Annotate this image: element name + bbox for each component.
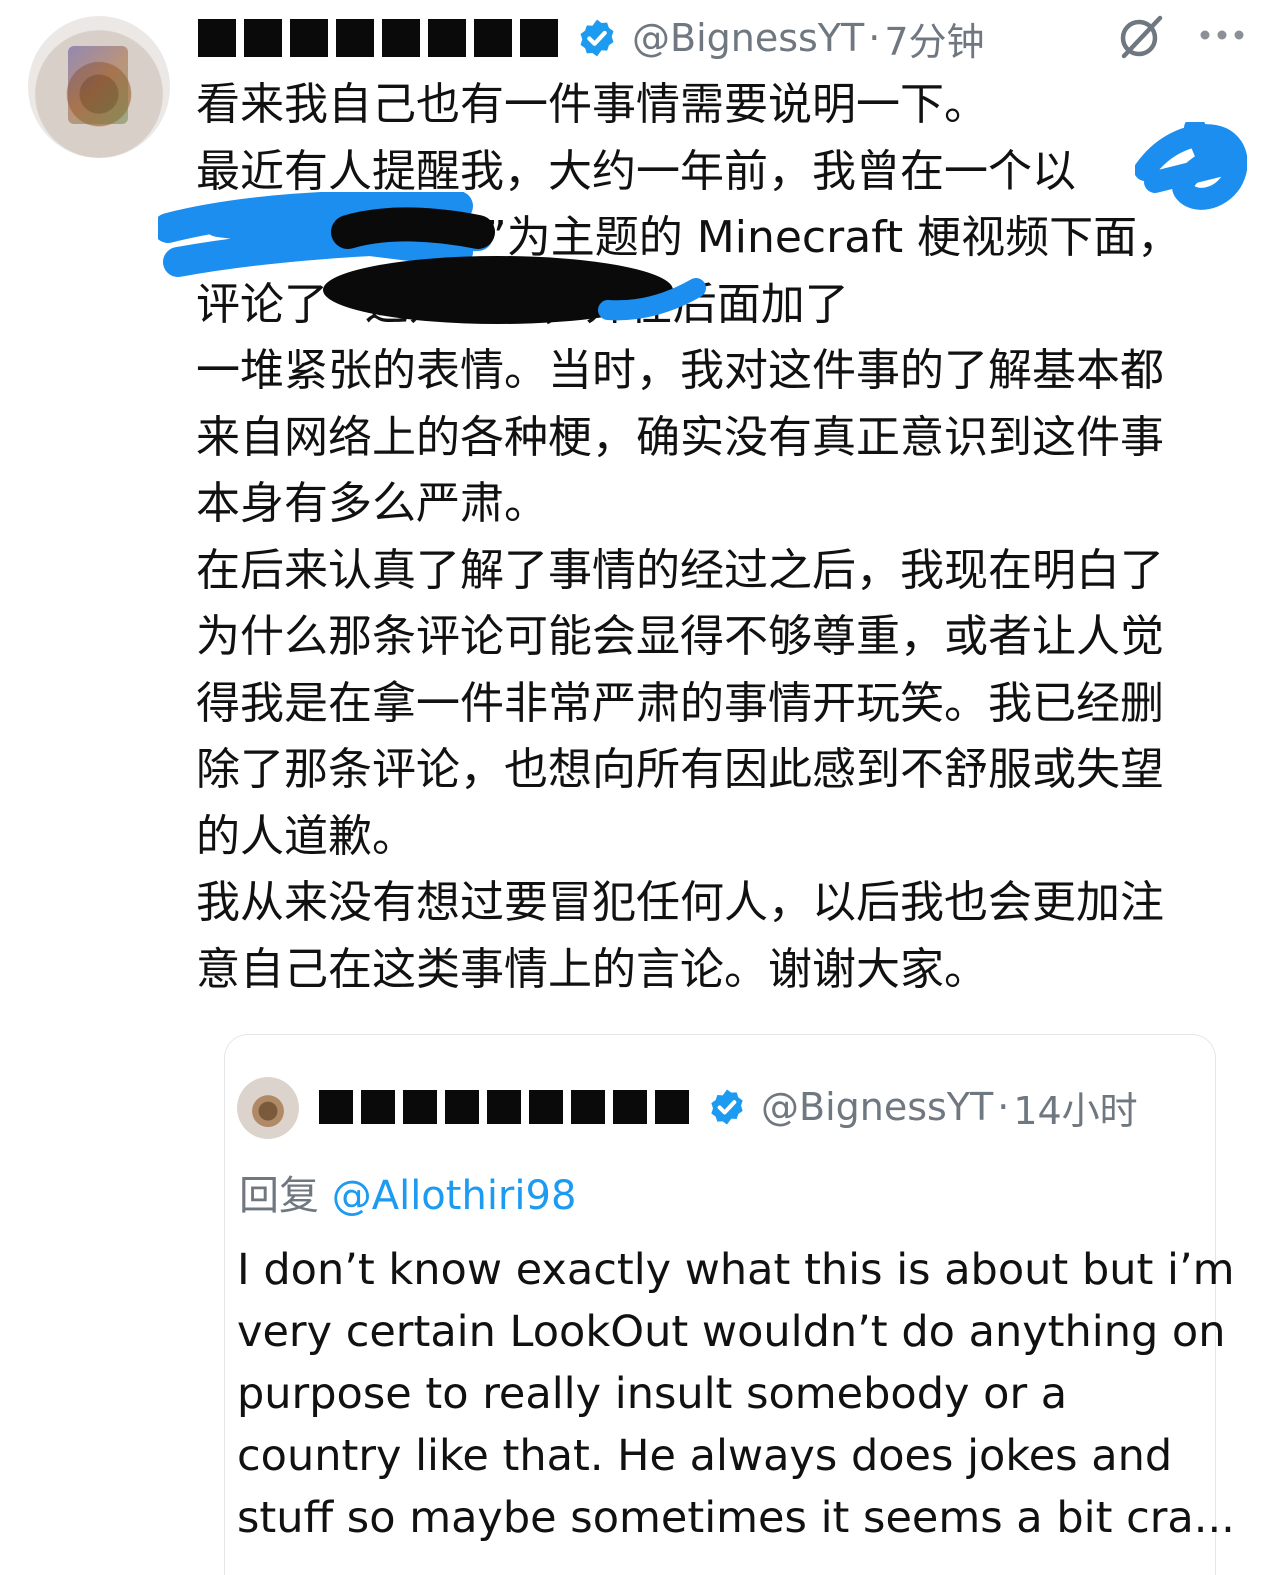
tweet-text-line: 的人道歉。 [196,810,416,862]
redaction-block [520,19,558,57]
redaction-block [445,1090,479,1124]
tweet-text-line: 意自己在这类事情上的言论。谢谢大家。 [196,943,988,995]
redaction-block [571,1090,605,1124]
tweet-text-line: 看来我自己也有一件事情需要说明一下。 [196,79,988,130]
tweet-text-line: 我从来没有想过要冒犯任何人，以后我也会更加注 [196,877,1164,928]
tweet-text-line: 最近有人提醒我，大约一年前，我曾在一个以 [196,145,1076,197]
redaction-block [244,19,282,57]
grok-icon[interactable] [1116,14,1166,60]
verified-badge-icon[interactable] [576,17,618,59]
tweet-text-line: 为什么那条评论可能会显得不够尊重，或者让人觉 [196,611,1164,662]
redaction-block [361,1090,395,1124]
author-handle[interactable]: @BignessYT [761,1085,993,1129]
meta-separator: · [997,1085,1010,1129]
quoted-tweet-header: @BignessYT · 14小时 [319,1079,1138,1135]
author-handle[interactable]: @BignessYT [632,16,864,60]
redacted-display-name[interactable] [319,1090,689,1124]
tweet-text-line: 评论了 ”这几个字，并在后面加了 [196,278,849,330]
reply-handle-link[interactable]: @Allothiri98 [332,1173,577,1219]
quoted-text-line: stuff so maybe sometimes it seems a bit … [237,1493,1235,1543]
quoted-tweet[interactable]: @BignessYT · 14小时 回复 @Allothiri98 I don’… [224,1034,1235,1575]
redaction-block [319,1090,353,1124]
verified-badge-icon[interactable] [707,1087,747,1127]
redaction-block [655,1090,689,1124]
redaction-block [529,1090,563,1124]
tweet-header: @BignessYT · 7分钟 [198,8,985,68]
tweet-text: 看来我自己也有一件事情需要说明一下。 最近有人提醒我，大约一年前，我曾在一个以 … [196,72,1266,1003]
quoted-text-line: purpose to really insult somebody or a [237,1369,1068,1419]
redaction-block [403,1090,437,1124]
redaction-block [474,19,512,57]
redaction-block [487,1090,521,1124]
quoted-tweet-text: I don’t know exactly what this is about … [237,1239,1235,1549]
tweet-text-line: 本身有多么严肃。 [196,478,548,529]
avatar[interactable] [237,1077,299,1139]
timestamp[interactable]: 7分钟 [884,11,984,66]
reply-label: 回复 [239,1173,319,1219]
tweet-text-line: 来自网络上的各种梗，确实没有真正意识到这件事 [196,411,1164,463]
quoted-text-line: very certain LookOut wouldn’t do anythin… [237,1307,1226,1357]
tweet-text-line: 得我是在拿一件非常严肃的事情开玩笑。我已经删 [196,677,1164,729]
tweet-text-line: 除了那条评论，也想向所有因此感到不舒服或失望 [196,744,1164,795]
reply-context: 回复 @Allothiri98 [239,1163,576,1221]
redaction-block [198,19,236,57]
tweet-text-line: 一堆紧张的表情。当时，我对这件事的了解基本都 [196,345,1164,396]
more-options-icon[interactable] [1198,28,1246,42]
tweet-text-line: 在后来认真了解了事情的经过之后，我现在明白了 [196,544,1164,596]
redaction-block [290,19,328,57]
timestamp[interactable]: 14小时 [1013,1080,1137,1135]
redaction-block [336,19,374,57]
redaction-block [382,19,420,57]
redacted-display-name[interactable] [198,19,558,57]
meta-separator: · [868,16,881,60]
tweet-text-line: ”为主题的 Minecraft 梗视频下面， [484,212,1182,263]
avatar[interactable] [28,16,170,158]
quoted-text-line: country like that. He always does jokes … [237,1431,1173,1481]
quoted-text-line: I don’t know exactly what this is about … [237,1245,1235,1295]
redaction-block [613,1090,647,1124]
redaction-block [428,19,466,57]
